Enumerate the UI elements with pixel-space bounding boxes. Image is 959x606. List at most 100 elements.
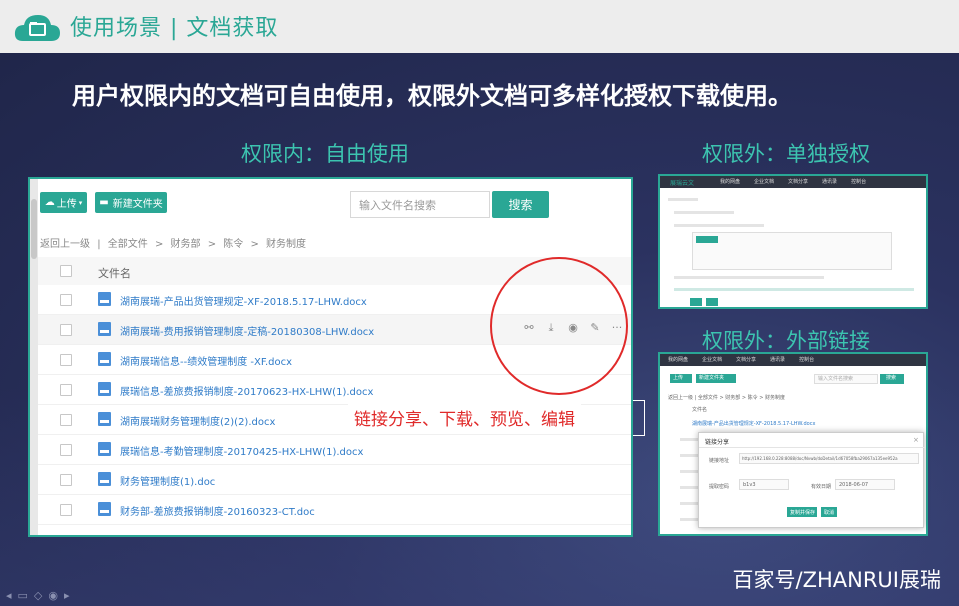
modal-link-label: 链接地址 — [709, 458, 730, 464]
thumb-nav-item[interactable]: 我的网盘 — [720, 179, 740, 185]
thumb-green-button — [696, 236, 718, 243]
search-input[interactable]: 输入文件名搜索 — [350, 191, 490, 218]
new-folder-button[interactable]: ▬ 新建文件夹 — [95, 192, 167, 213]
file-name[interactable]: 湖南展瑞信息--绩效管理制度 -XF.docx — [120, 353, 292, 368]
doc-file-icon — [98, 472, 111, 486]
search-button[interactable]: 搜索 — [492, 191, 549, 218]
file-name[interactable]: 湖南展瑞-费用报销管理制度-定稿-20180308-LHW.docx — [120, 323, 374, 338]
select-all-checkbox[interactable] — [60, 265, 72, 277]
thumb-new-folder-button: 新建文件夹 — [696, 374, 736, 383]
thumb-line — [674, 224, 764, 227]
doc-file-icon — [98, 502, 111, 516]
file-name[interactable]: 湖南展瑞财务管理制度(2)(2).docx — [120, 413, 275, 428]
upload-label: 上传 — [56, 199, 77, 210]
file-name[interactable]: 展瑞信息-考勤管理制度-20170425-HX-LHW(1).docx — [120, 443, 363, 458]
thumb-nav-items: 我的网盘 企业文档 文档分享 通讯录 控制台 — [668, 356, 828, 363]
modal-cancel-button[interactable]: 取消 — [821, 507, 837, 517]
upload-icon: ☁ — [44, 197, 55, 208]
thumb-nav-item[interactable]: 控制台 — [851, 179, 866, 185]
thumb-box — [692, 232, 892, 270]
doc-file-icon — [98, 382, 111, 396]
modal-link-value: http://192.168.0.228:8088/doc/Nvwb/doDet… — [742, 456, 898, 461]
header-title: 使用场景 | 文档获取 — [70, 16, 279, 41]
thumb-checkbox-row — [674, 288, 914, 291]
file-name[interactable]: 财务部-差旅费报销制度-20160323-CT.doc — [120, 503, 315, 518]
file-name[interactable]: 展瑞信息-差旅费报销制度-20170623-HX-LHW(1).docx — [120, 383, 373, 398]
thumb-search-button: 搜索 — [880, 374, 904, 384]
table-row[interactable]: 财务管理制度(1).doc — [38, 465, 631, 495]
highlight-circle — [490, 257, 628, 395]
thumb-green-button — [690, 298, 702, 306]
callout-bracket — [633, 400, 645, 436]
row-checkbox[interactable] — [60, 354, 72, 366]
modal-code-label: 提取密码 — [709, 484, 730, 490]
table-row[interactable]: 展瑞信息-考勤管理制度-20170425-HX-LHW(1).docx — [38, 435, 631, 465]
row-checkbox[interactable] — [60, 504, 72, 516]
close-icon[interactable]: × — [913, 436, 919, 444]
modal-expiry-field[interactable]: 2018-06-07 — [835, 479, 895, 490]
breadcrumb-current: 财务制度 — [266, 239, 307, 250]
thumb-nav: 我的网盘 企业文档 文档分享 通讯录 控制台 — [660, 354, 926, 366]
row-checkbox[interactable] — [60, 384, 72, 396]
breadcrumb-all[interactable]: 全部文件 — [108, 239, 148, 250]
breadcrumb-sep: > — [154, 239, 164, 250]
share-link-modal: 链接分享 × 链接地址 http://192.168.0.228:8088/do… — [698, 432, 925, 528]
doc-file-icon — [98, 442, 111, 456]
file-name[interactable]: 财务管理制度(1).doc — [120, 473, 215, 488]
section-title-outside-auth: 权限外：单独授权 — [702, 142, 870, 166]
thumb-line — [680, 486, 700, 489]
upload-button[interactable]: ☁ 上传 ▾ — [40, 192, 87, 213]
row-checkbox[interactable] — [60, 444, 72, 456]
thumb-nav-item[interactable]: 企业文档 — [702, 357, 722, 363]
thumb-nav-items: 我的网盘 企业文档 文档分享 通讯录 控制台 — [720, 178, 880, 185]
row-checkbox[interactable] — [60, 294, 72, 306]
doc-file-icon — [98, 412, 111, 426]
scrollbar[interactable] — [30, 179, 38, 535]
thumb-line — [680, 438, 700, 441]
thumb-nav-item[interactable]: 我的网盘 — [668, 357, 688, 363]
table-row[interactable]: 财务部-差旅费报销制度-20160323-CT.doc — [38, 495, 631, 525]
modal-copy-button[interactable]: 复制并保存 — [787, 507, 817, 517]
thumb-nav: 展瑞云文 我的网盘 企业文档 文档分享 通讯录 控制台 — [660, 176, 926, 188]
modal-title: 链接分享 — [705, 439, 730, 446]
breadcrumb-chenling[interactable]: 陈令 — [223, 239, 243, 250]
headline: 用户权限内的文档可自由使用，权限外文档可多样化授权下载使用。 — [72, 82, 792, 110]
modal-code-field[interactable]: b1v3 — [739, 479, 789, 490]
breadcrumb-back[interactable]: 返回上一级 — [40, 239, 90, 250]
thumb-nav-item[interactable]: 通讯录 — [770, 357, 785, 363]
row-checkbox[interactable] — [60, 324, 72, 336]
column-header-name: 文件名 — [98, 267, 131, 280]
thumb-nav-item[interactable]: 通讯录 — [822, 179, 837, 185]
watermark: 百家号/ZHANRUI展瑞 — [732, 568, 941, 592]
modal-link-field[interactable]: http://192.168.0.228:8088/doc/Nvwb/doDet… — [739, 453, 919, 464]
thumb-line — [680, 502, 700, 505]
thumb-breadcrumb: 返回上一级 | 全部文件 > 财务部 > 陈令 > 财务制度 — [668, 395, 785, 401]
thumb-nav-item[interactable]: 文档分享 — [788, 179, 808, 185]
thumb-nav-item[interactable]: 企业文档 — [754, 179, 774, 185]
thumb-nav-item[interactable]: 文档分享 — [736, 357, 756, 363]
breadcrumb-sep: > — [207, 239, 217, 250]
modal-code-value: b1v3 — [743, 482, 756, 488]
doc-file-icon — [98, 352, 111, 366]
thumb-line — [674, 276, 824, 279]
slide-header: 使用场景 | 文档获取 — [0, 0, 959, 53]
row-checkbox[interactable] — [60, 414, 72, 426]
cloud-folder-icon — [14, 15, 60, 41]
row-checkbox[interactable] — [60, 474, 72, 486]
thumb-nav-item[interactable]: 控制台 — [799, 357, 814, 363]
thumb-authorization-screen: 展瑞云文 我的网盘 企业文档 文档分享 通讯录 控制台 — [658, 174, 928, 309]
thumb-line — [668, 198, 698, 201]
file-name[interactable]: 湖南展瑞-产品出货管理规定-XF-2018.5.17-LHW.docx — [120, 293, 367, 308]
modal-divider — [699, 447, 925, 448]
modal-expiry-label: 有效日期 — [811, 484, 832, 490]
thumb-search-input: 输入文件名搜索 — [814, 374, 878, 384]
thumb-green-button — [706, 298, 718, 306]
breadcrumb-finance[interactable]: 财务部 — [171, 239, 201, 250]
folder-icon: ▬ — [99, 197, 109, 208]
thumb-line — [680, 518, 700, 521]
thumb-logo: 展瑞云文 — [670, 180, 695, 187]
thumb-column-header: 文件名 — [692, 407, 708, 413]
slide-toolbar[interactable]: ◂▭◇◉▸ — [6, 589, 76, 602]
callout-label: 链接分享、下载、预览、编辑 — [348, 400, 581, 434]
chevron-down-icon: ▾ — [78, 198, 83, 207]
